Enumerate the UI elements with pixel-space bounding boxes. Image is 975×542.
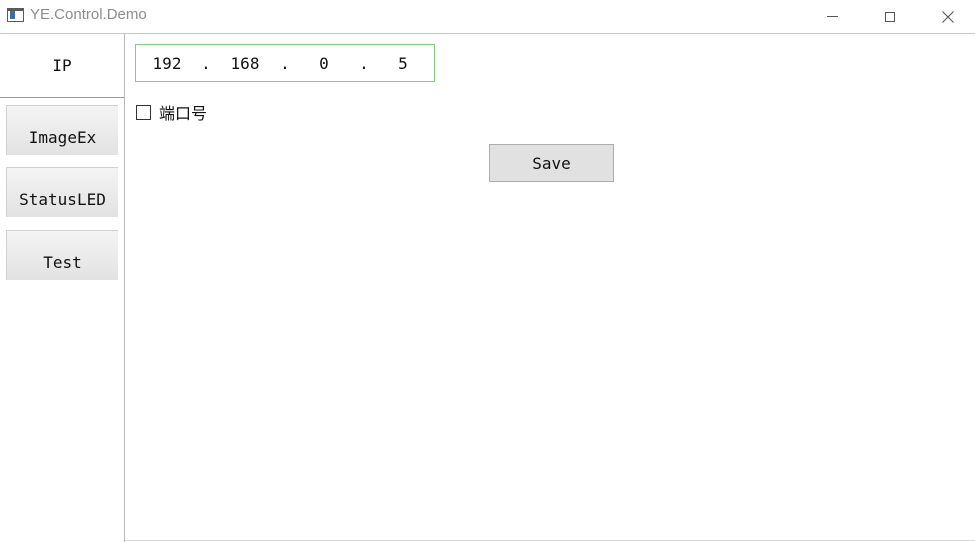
sidebar: IP ImageEx StatusLED Test bbox=[0, 34, 125, 542]
sidebar-item-imageex[interactable]: ImageEx bbox=[6, 105, 118, 155]
close-icon bbox=[942, 10, 954, 23]
sidebar-item-test[interactable]: Test bbox=[6, 230, 118, 280]
ip-separator: . bbox=[359, 54, 369, 73]
ip-separator: . bbox=[280, 54, 290, 73]
minimize-button[interactable] bbox=[803, 0, 861, 33]
ip-address-input[interactable]: 192 . 168 . 0 . 5 bbox=[135, 44, 435, 82]
minimize-icon bbox=[826, 16, 838, 17]
maximize-icon bbox=[885, 11, 895, 22]
maximize-button[interactable] bbox=[861, 0, 919, 33]
ip-separator: . bbox=[201, 54, 211, 73]
close-button[interactable] bbox=[919, 0, 975, 33]
ip-segment-4[interactable]: 5 bbox=[383, 54, 423, 73]
window-title: YE.Control.Demo bbox=[30, 6, 147, 23]
title-bar[interactable]: YE.Control.Demo bbox=[0, 0, 975, 34]
port-checkbox-label[interactable]: 端口号 bbox=[159, 100, 207, 124]
port-checkbox[interactable] bbox=[136, 104, 151, 120]
ip-segment-3[interactable]: 0 bbox=[304, 54, 344, 73]
ip-segment-2[interactable]: 168 bbox=[225, 54, 265, 73]
sidebar-item-ip[interactable]: IP bbox=[0, 34, 124, 98]
app-window: YE.Control.Demo IP ImageEx StatusLED Tes… bbox=[0, 0, 975, 542]
port-checkbox-row[interactable]: 端口号 bbox=[136, 101, 207, 123]
ip-segment-1[interactable]: 192 bbox=[147, 54, 187, 73]
save-button[interactable]: Save bbox=[489, 144, 614, 182]
sidebar-item-statusled[interactable]: StatusLED bbox=[6, 167, 118, 217]
bottom-divider bbox=[125, 540, 975, 541]
app-icon bbox=[7, 8, 24, 22]
